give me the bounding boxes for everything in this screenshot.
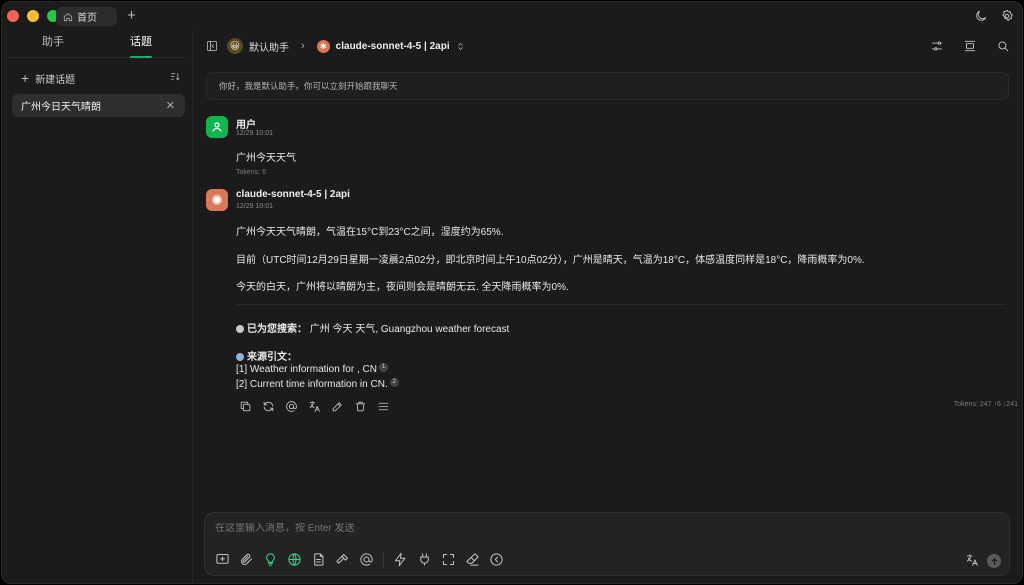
citation-number[interactable]: 2 [389, 378, 399, 387]
search-label: 已为您搜索： [247, 324, 307, 335]
globe-icon [236, 353, 244, 361]
topic-label: 广州今日天气晴朗 [21, 102, 101, 113]
topic-item[interactable]: 广州今日天气晴朗 ✕ [12, 94, 185, 117]
eraser-icon[interactable] [465, 552, 480, 567]
message-text: 广州今天天气 [236, 153, 296, 164]
token-count: Tokens: 6 [236, 169, 266, 176]
message-author: 用户 [236, 120, 256, 131]
citation-number[interactable]: 1 [378, 363, 388, 372]
new-topic-icon[interactable] [215, 552, 230, 567]
arrow-up-icon [991, 557, 997, 565]
model-logo-icon: ✱ [316, 39, 330, 53]
title-bar: 首页 + [2, 2, 1022, 30]
citations-header: 来源引文： [236, 348, 297, 363]
send-button[interactable] [987, 554, 1001, 568]
sort-icon[interactable] [170, 71, 181, 82]
chevron-updown-icon[interactable] [456, 42, 465, 51]
plus-icon: + [21, 70, 30, 86]
search-icon [236, 325, 244, 333]
breadcrumb: 😀 默认助手 › ✱ claude-sonnet-4-5 | 2api [227, 38, 465, 54]
message-paragraph: 目前（UTC时间12月29日星期一凌晨2点02分，即北京时间上午10点02分），… [236, 255, 865, 266]
at-icon[interactable] [359, 552, 374, 567]
home-icon [63, 12, 73, 21]
app-window: 首页 + 助手 话题 + 新建话题 广州今日天气晴朗 ✕ 😀 默认助手 › ✱ … [1, 1, 1023, 584]
knowledge-base-icon[interactable] [311, 552, 326, 567]
search-query: 广州 今天 天气, Guangzhou weather forecast [309, 324, 510, 335]
close-window-button[interactable] [7, 10, 19, 22]
web-search-icon[interactable] [287, 552, 302, 567]
moon-icon[interactable] [974, 9, 988, 23]
message-paragraph: 广州今天天气晴朗，气温在15°C到23°C之间，湿度约为65%. [236, 227, 504, 238]
home-tab[interactable]: 首页 [56, 7, 117, 26]
welcome-message: 你好，我是默认助手。你可以立刻开始跟我聊天 [206, 72, 1009, 100]
composer-toolbar [215, 552, 504, 567]
message-paragraph: 今天的白天，广州将以晴朗为主，夜间则会是晴朗无云. 全天降雨概率为0%. [236, 282, 569, 293]
chat-header: 😀 默认助手 › ✱ claude-sonnet-4-5 | 2api [194, 30, 1022, 62]
tab-assistants[interactable]: 助手 [9, 30, 97, 57]
sidebar-toggle-icon[interactable] [206, 40, 218, 52]
assistant-avatar: 😀 [227, 38, 243, 54]
close-icon[interactable]: ✕ [166, 99, 175, 112]
search-icon[interactable] [996, 39, 1010, 53]
message-author: claude-sonnet-4-5 | 2api [236, 189, 350, 200]
message-time: 12/29 10:01 [236, 130, 273, 137]
plug-icon[interactable] [417, 552, 432, 567]
menu-icon[interactable] [377, 400, 390, 413]
lightbulb-icon[interactable] [263, 552, 278, 567]
layout-icon[interactable] [963, 39, 977, 53]
message-time: 12/29 10:01 [236, 203, 273, 210]
message-actions [239, 400, 390, 413]
minimize-window-button[interactable] [27, 10, 39, 22]
translate-icon [966, 554, 978, 566]
settings-sliders-icon[interactable] [930, 39, 944, 53]
search-info: 已为您搜索： 广州 今天 天气, Guangzhou weather forec… [236, 320, 509, 335]
fullscreen-icon[interactable] [441, 552, 456, 567]
new-topic-label: 新建话题 [35, 74, 76, 86]
assistant-avatar: ✺ [206, 189, 228, 211]
home-tab-label: 首页 [77, 13, 97, 24]
token-count: Tokens: 247 ↑6 ↓241 [953, 401, 1018, 408]
mention-icon[interactable] [285, 400, 298, 413]
hammer-icon[interactable] [335, 552, 350, 567]
model-selector[interactable]: claude-sonnet-4-5 | 2api [336, 41, 450, 52]
new-tab-button[interactable]: + [125, 8, 138, 23]
regenerate-icon[interactable] [262, 400, 275, 413]
citation-item[interactable]: [1] Weather information for , CN 1 [236, 363, 388, 375]
translate-button[interactable] [965, 553, 979, 567]
copy-icon[interactable] [239, 400, 252, 413]
divider [236, 304, 1006, 305]
chevron-right-icon: › [301, 40, 305, 52]
citation-text[interactable]: [2] Current time information in CN. [236, 379, 388, 390]
chat-panel: 😀 默认助手 › ✱ claude-sonnet-4-5 | 2api 你好，我… [194, 30, 1022, 583]
gear-icon[interactable] [1000, 9, 1014, 23]
sidebar: 助手 话题 + 新建话题 广州今日天气晴朗 ✕ [2, 30, 193, 583]
sidebar-tabs: 助手 话题 [9, 30, 185, 58]
citations-label: 来源引文： [247, 352, 297, 363]
user-message: 用户 12/29 10:01 广州今天天气 Tokens: 6 [206, 116, 806, 180]
lightning-icon[interactable] [393, 552, 408, 567]
attachment-icon[interactable] [239, 552, 254, 567]
translate-icon[interactable] [308, 400, 321, 413]
citation-text[interactable]: [1] Weather information for , CN [236, 364, 377, 375]
assistant-name[interactable]: 默认助手 [249, 39, 289, 54]
arrow-left-circle-icon[interactable] [489, 552, 504, 567]
toolbar-separator [383, 552, 384, 567]
new-topic-button[interactable]: + 新建话题 [21, 68, 181, 88]
window-controls [7, 10, 59, 22]
assistant-message: ✺ claude-sonnet-4-5 | 2api 12/29 10:01 广… [206, 189, 1018, 429]
user-icon [212, 122, 222, 132]
user-avatar [206, 116, 228, 138]
edit-icon[interactable] [331, 400, 344, 413]
citation-item[interactable]: [2] Current time information in CN. 2 [236, 378, 399, 390]
tab-topics[interactable]: 话题 [97, 30, 185, 58]
message-input[interactable] [215, 523, 995, 534]
message-composer [204, 512, 1010, 576]
trash-icon[interactable] [354, 400, 367, 413]
